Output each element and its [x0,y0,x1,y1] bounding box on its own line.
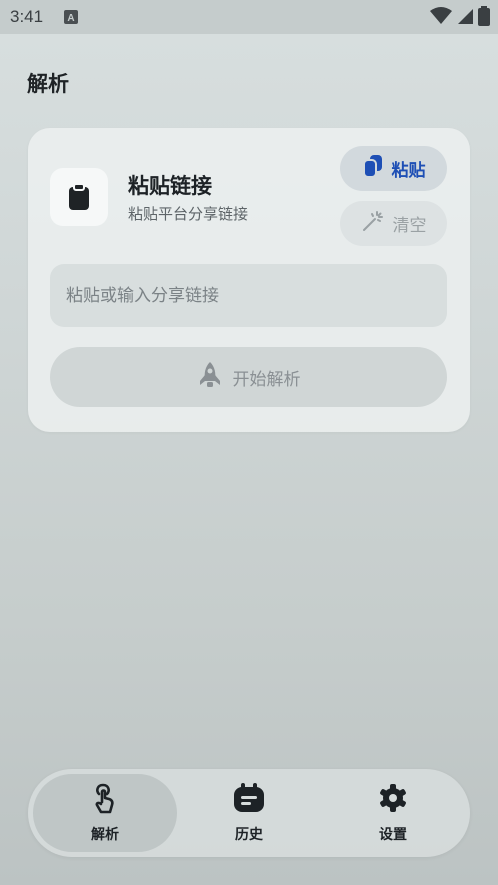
clear-button[interactable]: 清空 [340,201,447,246]
nav-label-parse: 解析 [91,827,119,843]
copy-icon [362,154,384,183]
status-bar: 3:41 A [0,0,498,34]
battery-icon [478,6,490,30]
card-subtitle: 粘贴平台分享链接 [128,205,249,223]
link-input[interactable] [50,264,447,327]
nav-label-settings: 设置 [379,827,407,843]
svg-text:A: A [67,13,74,24]
nav-label-history: 历史 [235,827,263,843]
notification-icon: A [64,9,78,24]
magic-wand-icon [361,209,385,238]
nav-item-history[interactable]: 历史 [177,774,321,852]
rocket-icon [197,361,223,394]
status-time: 3:41 [10,7,44,26]
nav-item-parse[interactable]: 解析 [33,774,177,852]
start-parse-button[interactable]: 开始解析 [50,347,447,407]
start-parse-label: 开始解析 [232,369,301,390]
card-title: 粘贴链接 [128,174,212,198]
tap-icon [90,782,120,818]
gear-icon [377,782,409,818]
bottom-nav: 解析 历史 设置 [28,769,470,857]
paste-button-label: 粘贴 [391,161,426,181]
page-title: 解析 [27,72,69,96]
clipboard-icon [50,168,108,226]
signal-icon [456,7,474,29]
history-icon [233,782,265,818]
paste-link-card: 粘贴链接 粘贴平台分享链接 粘贴 清空 粘贴或输入分享链接 开始解析 [28,128,470,432]
wifi-icon [430,7,452,29]
clear-button-label: 清空 [392,216,427,236]
nav-item-settings[interactable]: 设置 [321,774,465,852]
paste-button[interactable]: 粘贴 [340,146,447,191]
